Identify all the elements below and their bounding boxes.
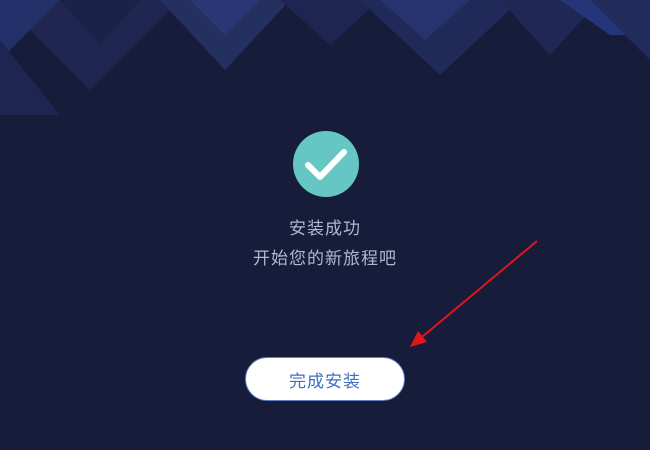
finish-install-button[interactable]: 完成安装 (245, 357, 405, 401)
background-triangle-pattern (0, 0, 650, 115)
success-title: 安装成功 (289, 219, 361, 239)
success-subtitle: 开始您的新旅程吧 (253, 249, 397, 269)
check-circle-icon (293, 131, 359, 197)
installer-window: 安装成功 开始您的新旅程吧 完成安装 (0, 0, 650, 450)
